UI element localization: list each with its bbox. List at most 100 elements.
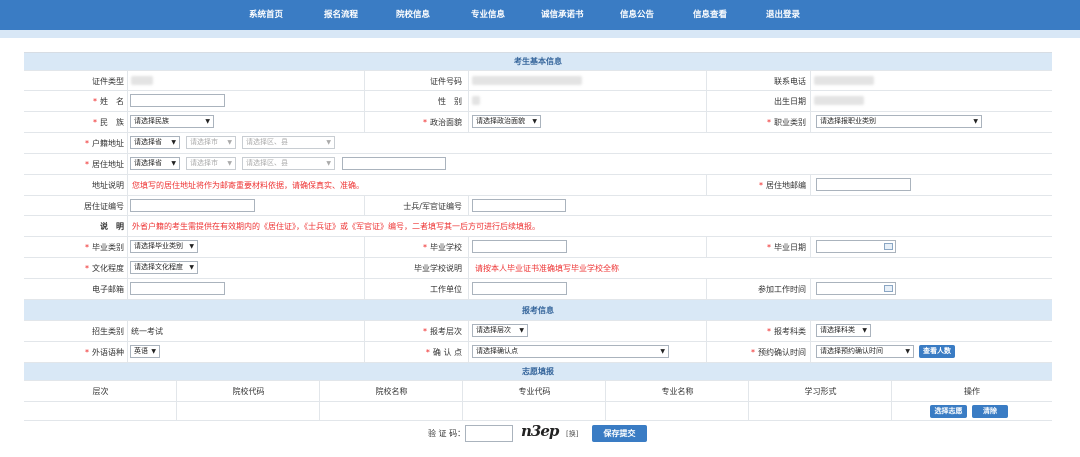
subject-select[interactable]: 请选择科类 ▼ bbox=[816, 324, 871, 337]
gender-value-redacted bbox=[472, 96, 480, 105]
hukou-province-select[interactable]: 请选择省 ▼ bbox=[130, 136, 180, 149]
chevron-down-icon: ▼ bbox=[151, 348, 156, 355]
postcode-input[interactable] bbox=[816, 178, 911, 191]
address-note-label: 地址说明 bbox=[92, 181, 124, 190]
clear-wish-button[interactable]: 清除 bbox=[972, 405, 1008, 418]
id-number-value-redacted bbox=[472, 76, 582, 85]
residence-district-select[interactable]: 请选择区、县 ▼ bbox=[242, 157, 335, 170]
section-title: 考生基本信息 bbox=[514, 57, 562, 66]
email-input[interactable] bbox=[130, 282, 225, 295]
section-header-wish: 志愿填报 bbox=[24, 363, 1052, 381]
column-header-action: 操作 bbox=[964, 387, 980, 396]
chevron-down-icon: ▼ bbox=[227, 139, 232, 146]
nav-process[interactable]: 报名流程 bbox=[324, 0, 358, 30]
calendar-icon[interactable] bbox=[884, 243, 893, 250]
grad-school-input[interactable] bbox=[472, 240, 567, 253]
birth-label: 出生日期 bbox=[774, 97, 806, 106]
grad-date-input[interactable] bbox=[816, 240, 896, 253]
education-select[interactable]: 请选择文化程度 ▼ bbox=[130, 261, 198, 274]
postcode-label: * 居住地邮编 bbox=[759, 181, 806, 190]
note-text: 外省户籍的考生需提供在有效期内的《居住证》，《士兵证》或《军官证》编号，二者填写… bbox=[132, 222, 540, 231]
nav-pledge[interactable]: 诚信承诺书 bbox=[541, 0, 584, 30]
choose-wish-button[interactable]: 选择志愿 bbox=[930, 405, 967, 418]
level-label: * 报考层次 bbox=[423, 327, 462, 336]
hukou-city-select[interactable]: 请选择市 ▼ bbox=[186, 136, 236, 149]
enroll-type-value: 统一考试 bbox=[131, 327, 163, 336]
confirm-point-select[interactable]: 请选择确认点 ▼ bbox=[472, 345, 669, 358]
hukou-district-select[interactable]: 请选择区、县 ▼ bbox=[242, 136, 335, 149]
id-type-value-redacted bbox=[131, 76, 153, 85]
save-submit-button[interactable]: 保存提交 bbox=[592, 425, 647, 442]
level-select[interactable]: 请选择层次 ▼ bbox=[472, 324, 528, 337]
residence-province-select[interactable]: 请选择省 ▼ bbox=[130, 157, 180, 170]
nav-schools[interactable]: 院校信息 bbox=[396, 0, 430, 30]
form-row-ethnic: * 民 族 请选择民族 ▼ * 政治面貌 请选择政治面貌 ▼ * 职业类别 请选择报职业类… bbox=[24, 112, 1052, 133]
language-select[interactable]: 英语 ▼ bbox=[130, 345, 160, 358]
work-unit-label: 工作单位 bbox=[430, 285, 462, 294]
hukou-label: * 户籍地址 bbox=[85, 139, 124, 148]
calendar-icon[interactable] bbox=[884, 285, 893, 292]
name-input[interactable] bbox=[130, 94, 225, 107]
captcha-refresh-link[interactable]: [换] bbox=[566, 429, 578, 439]
registration-form: 考生基本信息 证件类型 证件号码 联系电话 * 姓 名 性 别 出生日期 * 民… bbox=[24, 52, 1052, 421]
political-label: * 政治面貌 bbox=[423, 118, 462, 127]
residence-permit-label: 居住证编号 bbox=[84, 202, 124, 211]
form-row-hukou: * 户籍地址 请选择省 ▼ 请选择市 ▼ 请选择区、县 ▼ bbox=[24, 133, 1052, 154]
form-row-graduation: * 毕业类别 请选择毕业类别 ▼ * 毕业学校 * 毕业日期 bbox=[24, 237, 1052, 258]
chevron-down-icon: ▼ bbox=[227, 160, 232, 167]
soldier-id-input[interactable] bbox=[472, 199, 566, 212]
captcha-input[interactable] bbox=[465, 425, 513, 442]
form-row-enroll-type: 招生类别 统一考试 * 报考层次 请选择层次 ▼ * 报考科类 请选择科类 ▼ bbox=[24, 321, 1052, 342]
ethnic-select[interactable]: 请选择民族 ▼ bbox=[130, 115, 214, 128]
job-select[interactable]: 请选择报职业类别 ▼ bbox=[816, 115, 982, 128]
column-header-major-code: 专业代码 bbox=[518, 387, 551, 396]
form-row-id: 证件类型 证件号码 联系电话 bbox=[24, 71, 1052, 91]
nav-home[interactable]: 系统首页 bbox=[249, 0, 283, 30]
address-note-text: 您填写的居住地址将作为邮寄重要材料依据，请确保真实、准确。 bbox=[132, 181, 364, 190]
residence-permit-input[interactable] bbox=[130, 199, 255, 212]
chevron-down-icon: ▼ bbox=[326, 160, 331, 167]
phone-label: 联系电话 bbox=[774, 77, 806, 86]
column-header-school-name: 院校名称 bbox=[375, 387, 408, 396]
nav-logout[interactable]: 退出登录 bbox=[766, 0, 800, 30]
section-title: 报考信息 bbox=[522, 306, 554, 315]
column-header-study-form: 学习形式 bbox=[804, 387, 837, 396]
column-header-school-code: 院校代码 bbox=[232, 387, 265, 396]
nav-majors[interactable]: 专业信息 bbox=[471, 0, 505, 30]
submit-bar: 验 证 码： n3ep [换] 保存提交 bbox=[0, 420, 1080, 450]
form-row-email: 电子邮箱 工作单位 参加工作时间 bbox=[24, 279, 1052, 300]
grad-type-label: * 毕业类别 bbox=[85, 243, 124, 252]
wish-table-header: 层次 院校代码 院校名称 专业代码 专业名称 学习形式 操作 bbox=[24, 381, 1052, 402]
chevron-down-icon: ▼ bbox=[973, 118, 978, 125]
chevron-down-icon: ▼ bbox=[326, 139, 331, 146]
soldier-id-label: 士兵/军官证编号 bbox=[403, 202, 462, 211]
captcha-image: n3ep bbox=[521, 422, 559, 440]
grad-school-label: * 毕业学校 bbox=[423, 243, 462, 252]
chevron-down-icon: ▼ bbox=[205, 118, 210, 125]
form-row-note: 说 明 外省户籍的考生需提供在有效期内的《居住证》，《士兵证》或《军官证》编号，… bbox=[24, 216, 1052, 237]
grad-type-select[interactable]: 请选择毕业类别 ▼ bbox=[130, 240, 198, 253]
section-title: 志愿填报 bbox=[522, 367, 554, 376]
nav-view-info[interactable]: 信息查看 bbox=[693, 0, 727, 30]
check-count-button[interactable]: 查看人数 bbox=[919, 345, 955, 358]
captcha-label: 验 证 码： bbox=[428, 429, 466, 438]
grad-date-label: * 毕业日期 bbox=[767, 243, 806, 252]
top-navigation: 系统首页 报名流程 院校信息 专业信息 诚信承诺书 信息公告 信息查看 退出登录 bbox=[0, 0, 1080, 30]
work-time-label: 参加工作时间 bbox=[758, 285, 806, 294]
chevron-down-icon: ▼ bbox=[519, 327, 524, 334]
work-time-input[interactable] bbox=[816, 282, 896, 295]
birth-value-redacted bbox=[814, 96, 864, 105]
section-header-basic: 考生基本信息 bbox=[24, 53, 1052, 71]
political-select[interactable]: 请选择政治面貌 ▼ bbox=[472, 115, 541, 128]
reserve-time-select[interactable]: 请选择预约确认时间 ▼ bbox=[816, 345, 914, 358]
form-row-name: * 姓 名 性 别 出生日期 bbox=[24, 91, 1052, 112]
school-note-text: 请按本人毕业证书准确填写毕业学校全称 bbox=[475, 264, 619, 273]
chevron-down-icon: ▼ bbox=[660, 348, 665, 355]
residence-detail-input[interactable] bbox=[342, 157, 446, 170]
school-note-label: 毕业学校说明 bbox=[414, 264, 462, 273]
note-label: 说 明 bbox=[100, 222, 124, 231]
chevron-down-icon: ▼ bbox=[905, 348, 910, 355]
nav-notices[interactable]: 信息公告 bbox=[620, 0, 654, 30]
work-unit-input[interactable] bbox=[472, 282, 567, 295]
residence-city-select[interactable]: 请选择市 ▼ bbox=[186, 157, 236, 170]
